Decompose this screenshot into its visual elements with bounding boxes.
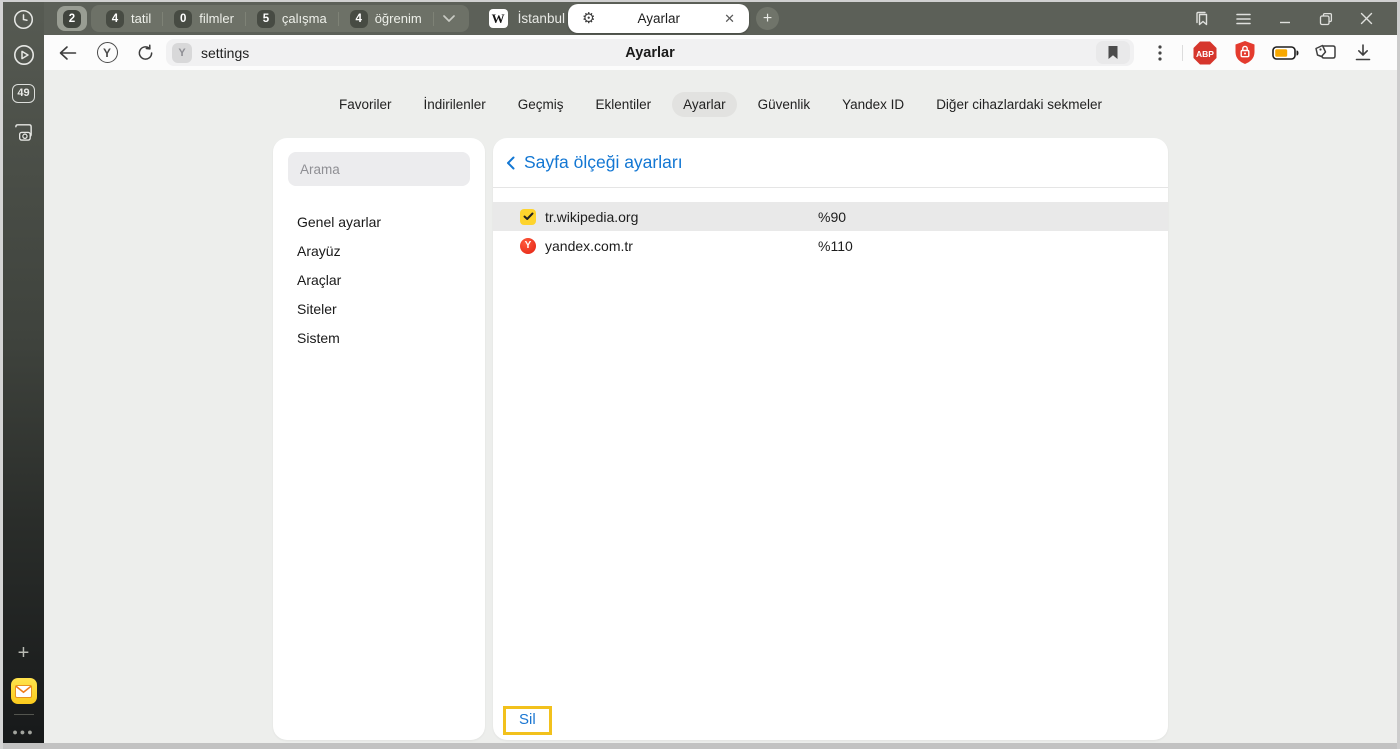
nav-diger-cihazlar[interactable]: Diğer cihazlardaki sekmeler bbox=[925, 92, 1113, 117]
section-sistem[interactable]: Sistem bbox=[273, 323, 485, 352]
section-araclar[interactable]: Araçlar bbox=[273, 265, 485, 294]
group-label: öğrenim bbox=[375, 11, 422, 26]
group-count: 5 bbox=[257, 10, 275, 28]
downloads-icon[interactable] bbox=[1347, 39, 1379, 67]
restore-icon[interactable] bbox=[1305, 2, 1346, 35]
page-title: Ayarlar bbox=[166, 45, 1134, 61]
adblock-plus-icon[interactable]: ABP bbox=[1189, 39, 1221, 67]
screenshot-icon[interactable] bbox=[3, 112, 44, 150]
new-tab-button[interactable]: + bbox=[756, 7, 779, 30]
wikipedia-favicon: W bbox=[489, 9, 508, 28]
checkbox-checked[interactable] bbox=[520, 209, 536, 225]
toolbar-divider bbox=[1182, 45, 1183, 61]
url-text: settings bbox=[201, 45, 249, 61]
gear-icon: ⚙ bbox=[582, 11, 595, 26]
row-gap bbox=[493, 188, 1168, 202]
toolbar: Y Y settings Ayarlar ABP bbox=[44, 35, 1397, 70]
window-bottom-edge bbox=[3, 743, 1397, 749]
yandex-favicon: Y bbox=[520, 238, 536, 254]
tab-group-active[interactable]: 2 bbox=[57, 6, 87, 31]
menu-icon[interactable] bbox=[1223, 2, 1264, 35]
abp-label: ABP bbox=[1196, 49, 1214, 59]
section-siteler[interactable]: Siteler bbox=[273, 294, 485, 323]
panel-spacer bbox=[493, 260, 1168, 706]
group-label: çalışma bbox=[282, 11, 327, 26]
group-label: filmler bbox=[199, 11, 234, 26]
yandex-logo: Y bbox=[97, 42, 118, 63]
yandex-mail-icon[interactable] bbox=[3, 672, 44, 710]
tab-group-calisma[interactable]: 5 çalışma bbox=[246, 10, 338, 28]
zoom-settings-back[interactable]: Sayfa ölçeği ayarları bbox=[493, 138, 1168, 188]
zoom-value: %110 bbox=[818, 238, 853, 254]
nav-gecmis[interactable]: Geçmiş bbox=[507, 92, 575, 117]
minimize-icon[interactable] bbox=[1264, 2, 1305, 35]
nav-ayarlar-active[interactable]: Ayarlar bbox=[672, 92, 737, 117]
group-count: 4 bbox=[106, 10, 124, 28]
rail-add-icon[interactable]: + bbox=[3, 634, 44, 672]
delete-button[interactable]: Sil bbox=[506, 709, 549, 732]
settings-search-input[interactable] bbox=[288, 152, 470, 186]
yandex-home-icon[interactable]: Y bbox=[92, 39, 122, 67]
chevron-left-icon bbox=[506, 156, 515, 170]
nav-guvenlik[interactable]: Güvenlik bbox=[747, 92, 822, 117]
back-icon[interactable] bbox=[52, 39, 82, 67]
close-icon[interactable] bbox=[1346, 2, 1387, 35]
tab-group-filmler[interactable]: 0 filmler bbox=[163, 10, 245, 28]
settings-nav: Favoriler İndirilenler Geçmiş Eklentiler… bbox=[44, 92, 1397, 117]
tab-title: Ayarlar bbox=[595, 11, 722, 26]
nav-yandex-id[interactable]: Yandex ID bbox=[831, 92, 915, 117]
window-controls bbox=[1182, 2, 1387, 35]
zoom-value: %90 bbox=[818, 209, 846, 225]
tab-counter[interactable]: 49 bbox=[3, 74, 44, 112]
zoom-row-wikipedia[interactable]: tr.wikipedia.org %90 bbox=[493, 202, 1168, 231]
group-label: tatil bbox=[131, 11, 151, 26]
site-badge-icon: Y bbox=[172, 43, 192, 63]
kebab-menu-icon[interactable] bbox=[1144, 39, 1176, 67]
group-count: 0 bbox=[174, 10, 192, 28]
active-group-count: 2 bbox=[63, 10, 81, 28]
zoom-row-yandex[interactable]: Y yandex.com.tr %110 bbox=[493, 231, 1168, 260]
nav-favoriler[interactable]: Favoriler bbox=[328, 92, 403, 117]
tab-settings-active[interactable]: ⚙ Ayarlar ✕ bbox=[568, 4, 749, 33]
site-name: yandex.com.tr bbox=[545, 238, 633, 254]
tab-count-badge: 49 bbox=[12, 84, 35, 103]
site-name: tr.wikipedia.org bbox=[545, 209, 638, 225]
nav-eklentiler[interactable]: Eklentiler bbox=[585, 92, 663, 117]
delete-button-highlight: Sil bbox=[503, 706, 552, 735]
titlebar: 2 4 tatil 0 filmler 5 çalışma 4 öğrenim … bbox=[44, 2, 1397, 35]
group-count: 4 bbox=[350, 10, 368, 28]
mail-app-badge bbox=[11, 678, 37, 704]
refresh-icon[interactable] bbox=[130, 39, 160, 67]
tab-groups: 4 tatil 0 filmler 5 çalışma 4 öğrenim bbox=[91, 5, 469, 32]
side-panel-tag-icon[interactable] bbox=[1309, 39, 1341, 67]
settings-page: Favoriler İndirilenler Geçmiş Eklentiler… bbox=[44, 70, 1397, 743]
address-bar[interactable]: Y settings Ayarlar bbox=[166, 39, 1134, 66]
tab-close-icon[interactable]: ✕ bbox=[722, 10, 737, 27]
zoom-settings-title: Sayfa ölçeği ayarları bbox=[524, 152, 683, 173]
bookmark-icon[interactable] bbox=[1096, 41, 1130, 64]
panels-icon[interactable] bbox=[1182, 2, 1223, 35]
settings-sidebar: Genel ayarlar Arayüz Araçlar Siteler Sis… bbox=[273, 138, 485, 740]
groups-chevron-down-icon[interactable] bbox=[434, 15, 465, 22]
history-icon[interactable] bbox=[3, 2, 44, 36]
media-play-icon[interactable] bbox=[3, 36, 44, 74]
section-genel-ayarlar[interactable]: Genel ayarlar bbox=[273, 207, 485, 236]
rail-divider bbox=[14, 714, 34, 715]
settings-section-list: Genel ayarlar Arayüz Araçlar Siteler Sis… bbox=[273, 207, 485, 352]
left-rail: 49 + ●●● bbox=[3, 2, 44, 745]
tab-group-ogrenim[interactable]: 4 öğrenim bbox=[339, 10, 433, 28]
nav-indirilenler[interactable]: İndirilenler bbox=[413, 92, 497, 117]
section-arayuz[interactable]: Arayüz bbox=[273, 236, 485, 265]
protect-shield-icon[interactable] bbox=[1229, 39, 1261, 67]
zoom-settings-panel: Sayfa ölçeği ayarları tr.wikipedia.org %… bbox=[493, 138, 1168, 740]
rail-more-icon[interactable]: ●●● bbox=[3, 719, 44, 745]
battery-icon[interactable] bbox=[1269, 39, 1301, 67]
tab-group-tatil[interactable]: 4 tatil bbox=[95, 10, 162, 28]
settings-panels: Genel ayarlar Arayüz Araçlar Siteler Sis… bbox=[273, 138, 1168, 740]
more-dots: ●●● bbox=[12, 727, 34, 737]
